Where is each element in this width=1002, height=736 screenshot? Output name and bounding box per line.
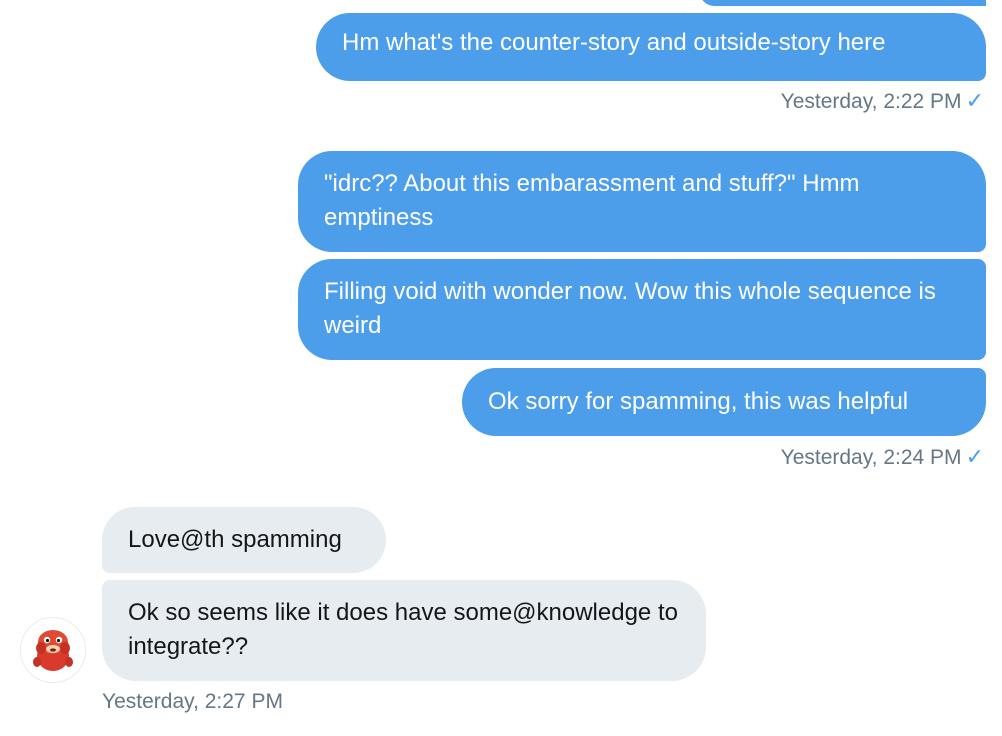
- message-bubble-outgoing[interactable]: Filling void with wonder now. Wow this w…: [298, 259, 986, 360]
- red-creature-avatar-icon: [21, 618, 85, 682]
- message-timestamp: Yesterday, 2:24 PM ✓: [781, 444, 984, 471]
- message-timestamp: Yesterday, 2:22 PM ✓: [781, 88, 984, 115]
- avatar[interactable]: [20, 617, 86, 683]
- previous-message-bubble-edge[interactable]: [700, 0, 986, 6]
- message-timestamp: Yesterday, 2:27 PM: [102, 689, 283, 715]
- read-check-icon: ✓: [965, 444, 984, 469]
- message-bubble-incoming[interactable]: Love@th spamming: [102, 507, 386, 573]
- timestamp-text: Yesterday, 2:22 PM: [780, 90, 962, 113]
- read-check-icon: ✓: [965, 88, 984, 113]
- timestamp-text: Yesterday, 2:24 PM: [780, 446, 962, 469]
- message-bubble-outgoing[interactable]: "idrc?? About this embarassment and stuf…: [298, 151, 986, 252]
- timestamp-text: Yesterday, 2:27 PM: [102, 690, 283, 713]
- message-bubble-outgoing[interactable]: Hm what's the counter-story and outside-…: [316, 13, 986, 81]
- conversation-thread: Hm what's the counter-story and outside-…: [0, 0, 1002, 736]
- message-bubble-outgoing[interactable]: Ok sorry for spamming, this was helpful: [462, 368, 986, 436]
- message-bubble-incoming[interactable]: Ok so seems like it does have some@knowl…: [102, 580, 706, 681]
